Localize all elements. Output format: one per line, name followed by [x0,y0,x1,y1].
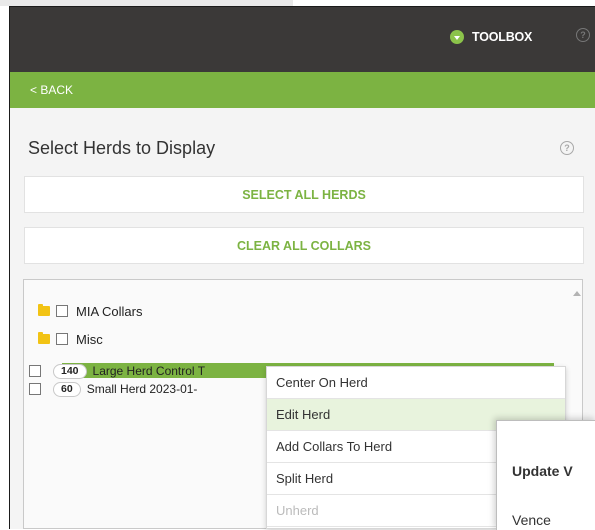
section-title: Select Herds to Display [28,138,216,158]
clear-all-collars-button[interactable]: CLEAR ALL COLLARS [24,227,584,264]
herd-checkbox[interactable] [29,383,41,395]
herd-row[interactable]: 140 Large Herd Control T [29,363,205,379]
menu-item-center-on-herd[interactable]: Center On Herd [267,367,565,399]
collar-count-badge: 140 [53,363,87,379]
group-checkbox[interactable] [56,333,68,345]
back-bar: < BACK [10,72,595,108]
group-label: Misc [76,331,103,347]
group-row[interactable]: MIA Collars [38,302,142,320]
herd-name: Large Herd Control T [92,364,206,378]
herd-checkbox[interactable] [29,365,41,377]
update-dialog: Update V Vence [496,420,595,530]
toolbox-button[interactable]: TOOLBOX [450,30,532,44]
folder-icon [38,332,50,344]
herd-name: Small Herd 2023-01- [86,382,198,396]
select-all-herds-button[interactable]: SELECT ALL HERDS [24,176,584,213]
herd-row[interactable]: 60 Small Herd 2023-01- [29,381,197,397]
collar-count-badge: 60 [53,381,81,397]
group-checkbox[interactable] [56,305,68,317]
chevron-down-icon [450,30,464,44]
help-icon[interactable]: ? [560,141,574,155]
help-icon[interactable]: ? [576,28,590,42]
group-label: MIA Collars [76,303,143,319]
dialog-text: Vence [512,512,551,528]
top-bar: TOOLBOX ? [10,7,595,72]
dialog-title: Update V [512,463,573,479]
back-button[interactable]: < BACK [30,83,73,97]
folder-icon [38,304,50,316]
scroll-up-arrow-icon[interactable] [573,291,581,296]
group-row[interactable]: Misc [38,330,103,348]
toolbox-label: TOOLBOX [472,30,533,44]
